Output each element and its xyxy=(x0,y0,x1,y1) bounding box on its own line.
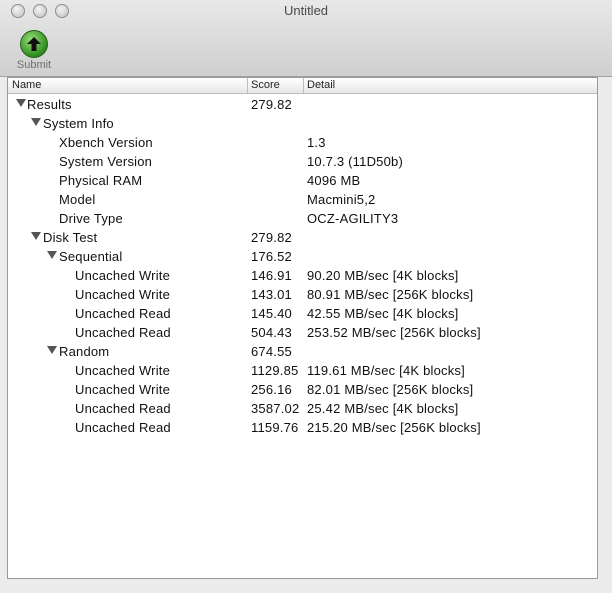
row-detail: Macmini5,2 xyxy=(307,192,376,207)
row-score: 146.91 xyxy=(251,268,292,283)
submit-label: Submit xyxy=(16,59,52,71)
row-detail: 253.52 MB/sec [256K blocks] xyxy=(307,325,481,340)
row-score: 504.43 xyxy=(251,325,292,340)
table-row[interactable]: Random 674.55 xyxy=(8,342,597,361)
table-row[interactable]: Uncached Read 3587.02 25.42 MB/sec [4K b… xyxy=(8,399,597,418)
table-row[interactable]: Uncached Read 504.43 253.52 MB/sec [256K… xyxy=(8,323,597,342)
table-row[interactable]: Uncached Read 1159.76 215.20 MB/sec [256… xyxy=(8,418,597,437)
table-row[interactable]: Sequential 176.52 xyxy=(8,247,597,266)
table-row[interactable]: Drive Type OCZ-AGILITY3 xyxy=(8,209,597,228)
row-score: 1159.76 xyxy=(251,420,299,435)
table-row[interactable]: System Version 10.7.3 (11D50b) xyxy=(8,152,597,171)
row-detail: 1.3 xyxy=(307,135,326,150)
row-score: 143.01 xyxy=(251,287,292,302)
row-name: Model xyxy=(59,192,96,207)
column-header-name[interactable]: Name xyxy=(12,79,41,91)
row-score: 279.82 xyxy=(251,97,292,112)
window-title: Untitled xyxy=(283,3,329,18)
row-name: System Version xyxy=(59,154,153,169)
row-detail: 82.01 MB/sec [256K blocks] xyxy=(307,382,474,397)
row-name: Uncached Write xyxy=(75,382,171,397)
row-name: System Info xyxy=(43,116,114,131)
disclosure-triangle-icon[interactable] xyxy=(31,118,41,126)
column-header-detail[interactable]: Detail xyxy=(307,79,335,91)
table-row[interactable]: Uncached Write 146.91 90.20 MB/sec [4K b… xyxy=(8,266,597,285)
disclosure-triangle-icon[interactable] xyxy=(16,99,26,107)
disclosure-triangle-icon[interactable] xyxy=(47,346,57,354)
row-score: 256.16 xyxy=(251,382,292,397)
disclosure-triangle-icon[interactable] xyxy=(31,232,41,240)
row-name: Uncached Write xyxy=(75,268,171,283)
row-detail: 42.55 MB/sec [4K blocks] xyxy=(307,306,459,321)
row-name: Uncached Read xyxy=(75,420,171,435)
row-name: Uncached Read xyxy=(75,401,171,416)
row-detail: 25.42 MB/sec [4K blocks] xyxy=(307,401,459,416)
table-row[interactable]: Results 279.82 xyxy=(8,95,597,114)
column-header: Name Score Detail xyxy=(8,78,597,94)
title-bar: Untitled Submit xyxy=(0,0,612,77)
row-detail: 119.61 MB/sec [4K blocks] xyxy=(307,363,465,378)
disclosure-triangle-icon[interactable] xyxy=(47,251,57,259)
row-score: 3587.02 xyxy=(251,401,300,416)
row-name: Xbench Version xyxy=(59,135,153,150)
row-detail: 215.20 MB/sec [256K blocks] xyxy=(307,420,481,435)
up-arrow-icon xyxy=(20,30,48,58)
column-divider[interactable] xyxy=(303,78,304,93)
row-score: 145.40 xyxy=(251,306,292,321)
row-detail: 80.91 MB/sec [256K blocks] xyxy=(307,287,474,302)
row-name: Uncached Read xyxy=(75,306,171,321)
row-detail: 4096 MB xyxy=(307,173,361,188)
table-row[interactable]: Uncached Write 256.16 82.01 MB/sec [256K… xyxy=(8,380,597,399)
table-row[interactable]: Uncached Write 143.01 80.91 MB/sec [256K… xyxy=(8,285,597,304)
row-name: Uncached Write xyxy=(75,363,171,378)
table-row[interactable]: System Info xyxy=(8,114,597,133)
row-detail: 90.20 MB/sec [4K blocks] xyxy=(307,268,459,283)
submit-button[interactable]: Submit xyxy=(14,28,56,74)
results-outline-view[interactable]: Name Score Detail Results 279.82 System … xyxy=(7,77,598,579)
row-name: Uncached Read xyxy=(75,325,171,340)
column-header-score[interactable]: Score xyxy=(251,79,280,91)
row-score: 279.82 xyxy=(251,230,292,245)
table-row[interactable]: Model Macmini5,2 xyxy=(8,190,597,209)
row-detail: OCZ-AGILITY3 xyxy=(307,211,399,226)
row-name: Drive Type xyxy=(59,211,123,226)
row-score: 1129.85 xyxy=(251,363,299,378)
xbench-window: Untitled Submit Name Score Detail Result… xyxy=(0,0,612,593)
table-row[interactable]: Physical RAM 4096 MB xyxy=(8,171,597,190)
row-score: 176.52 xyxy=(251,249,292,264)
row-name: Results xyxy=(27,97,72,112)
table-row[interactable]: Uncached Write 1129.85 119.61 MB/sec [4K… xyxy=(8,361,597,380)
row-name: Physical RAM xyxy=(59,173,143,188)
row-detail: 10.7.3 (11D50b) xyxy=(307,154,403,169)
row-name: Uncached Write xyxy=(75,287,171,302)
table-row[interactable]: Disk Test 279.82 xyxy=(8,228,597,247)
row-name: Disk Test xyxy=(43,230,98,245)
column-divider[interactable] xyxy=(247,78,248,93)
row-score: 674.55 xyxy=(251,344,292,359)
row-name: Sequential xyxy=(59,249,123,264)
table-row[interactable]: Xbench Version 1.3 xyxy=(8,133,597,152)
row-name: Random xyxy=(59,344,110,359)
table-row[interactable]: Uncached Read 145.40 42.55 MB/sec [4K bl… xyxy=(8,304,597,323)
